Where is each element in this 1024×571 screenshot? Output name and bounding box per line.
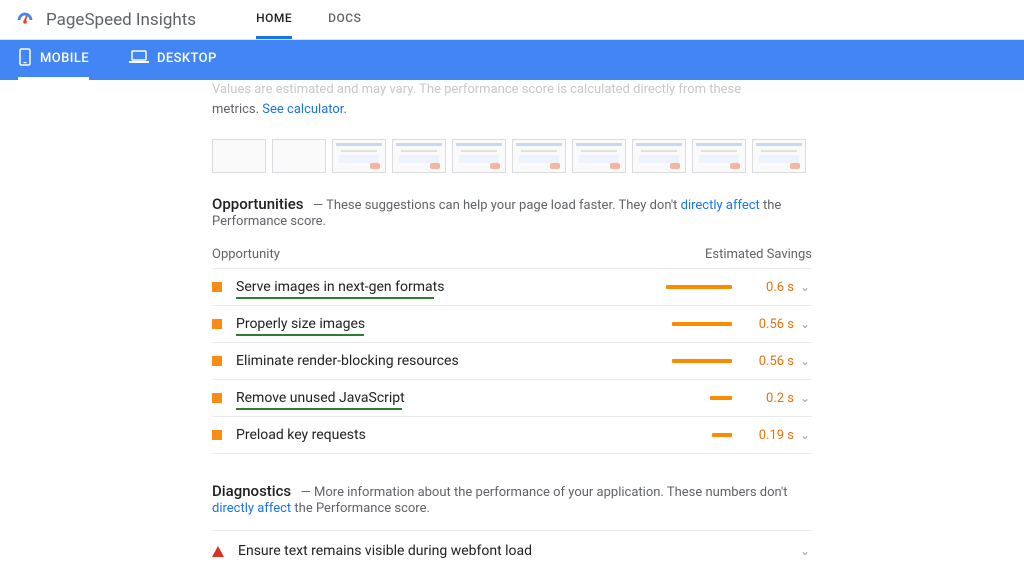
- opportunities-title: Opportunities: [212, 195, 303, 213]
- top-nav: HOME DOCS: [256, 0, 361, 39]
- filmstrip-frame[interactable]: [632, 139, 686, 173]
- psi-logo-icon: [14, 9, 36, 31]
- diagnostics-desc: — More information about the performance…: [212, 485, 788, 516]
- product-title: PageSpeed Insights: [46, 10, 196, 30]
- phone-icon: [18, 48, 32, 70]
- severity-square-icon: [212, 393, 222, 403]
- filmstrip-frame[interactable]: [752, 139, 806, 173]
- filmstrip-frame[interactable]: [692, 139, 746, 173]
- filmstrip-frame[interactable]: [512, 139, 566, 173]
- opportunity-label: Properly size images: [236, 316, 622, 332]
- metrics-note: Values are estimated and may vary. The p…: [212, 80, 812, 121]
- directly-affect-link-2[interactable]: directly affect: [212, 501, 291, 516]
- opportunity-label: Eliminate render-blocking resources: [236, 353, 622, 369]
- opportunity-row[interactable]: Preload key requests 0.19 s ⌄: [212, 416, 812, 454]
- col-opportunity: Opportunity: [212, 247, 280, 262]
- opportunity-row[interactable]: Remove unused JavaScript 0.2 s ⌄: [212, 379, 812, 416]
- diagnostics-title: Diagnostics: [212, 482, 291, 500]
- savings-bar: [622, 433, 732, 437]
- severity-square-icon: [212, 319, 222, 329]
- savings-bar: [622, 322, 732, 326]
- opportunity-row[interactable]: Properly size images 0.56 s ⌄: [212, 305, 812, 342]
- opportunity-label: Serve images in next-gen formats: [236, 279, 622, 295]
- filmstrip-thumbnails: [212, 139, 812, 173]
- filmstrip-frame[interactable]: [212, 139, 266, 173]
- device-tab-bar: MOBILE DESKTOP: [0, 40, 1024, 80]
- severity-square-icon: [212, 282, 222, 292]
- tab-mobile[interactable]: MOBILE: [18, 40, 89, 80]
- chevron-down-icon: ⌄: [798, 391, 812, 405]
- savings-bar: [622, 359, 732, 363]
- laptop-icon: [129, 50, 149, 68]
- diagnostics-list: Ensure text remains visible during webfo…: [212, 530, 812, 571]
- see-calculator-link[interactable]: See calculator: [262, 102, 343, 117]
- opportunity-row[interactable]: Eliminate render-blocking resources 0.56 …: [212, 342, 812, 379]
- opportunities-list: Serve images in next-gen formats0.6 s⌄Pr…: [212, 268, 812, 454]
- diagnostics-section: Diagnostics — More information about the…: [212, 482, 812, 571]
- tab-desktop[interactable]: DESKTOP: [129, 40, 217, 80]
- directly-affect-link[interactable]: directly affect: [681, 198, 760, 213]
- chevron-down-icon: ⌄: [798, 354, 812, 368]
- opportunity-label: Remove unused JavaScript: [236, 390, 622, 406]
- note-blurred: Values are estimated and may vary. The p…: [212, 82, 741, 97]
- col-savings: Estimated Savings: [705, 247, 812, 262]
- note-plain: metrics.: [212, 102, 259, 117]
- opportunities-section: Opportunities — These suggestions can he…: [212, 195, 812, 454]
- diagnostic-label: Ensure text remains visible during webfo…: [238, 543, 794, 559]
- savings-value: 0.56 s: [746, 354, 794, 369]
- chevron-down-icon: ⌄: [798, 544, 812, 558]
- filmstrip-frame[interactable]: [392, 139, 446, 173]
- opportunities-header-row: Opportunity Estimated Savings: [212, 247, 812, 262]
- savings-value: 0.2 s: [746, 391, 794, 406]
- chevron-down-icon: ⌄: [798, 317, 812, 331]
- nav-docs[interactable]: DOCS: [328, 0, 361, 39]
- tab-desktop-label: DESKTOP: [157, 51, 217, 66]
- filmstrip-frame[interactable]: [572, 139, 626, 173]
- filmstrip-frame[interactable]: [332, 139, 386, 173]
- savings-bar: [622, 285, 732, 289]
- main-content: Values are estimated and may vary. The p…: [212, 80, 812, 571]
- warning-triangle-icon: [212, 546, 224, 557]
- filmstrip-frame[interactable]: [272, 139, 326, 173]
- nav-home[interactable]: HOME: [256, 0, 292, 39]
- savings-bar: [622, 396, 732, 400]
- severity-square-icon: [212, 356, 222, 366]
- savings-value: 0.6 s: [746, 280, 794, 295]
- savings-value: 0.56 s: [746, 317, 794, 332]
- severity-square-icon: [212, 430, 222, 440]
- opportunity-row[interactable]: Serve images in next-gen formats 0.6 s ⌄: [212, 268, 812, 305]
- opportunity-label: Preload key requests: [236, 427, 622, 443]
- chevron-down-icon: ⌄: [798, 280, 812, 294]
- tab-mobile-label: MOBILE: [40, 51, 89, 66]
- filmstrip-frame[interactable]: [452, 139, 506, 173]
- savings-value: 0.19 s: [746, 428, 794, 443]
- diagnostic-row[interactable]: Ensure text remains visible during webfo…: [212, 530, 812, 571]
- chevron-down-icon: ⌄: [798, 428, 812, 442]
- top-bar: PageSpeed Insights HOME DOCS: [0, 0, 1024, 40]
